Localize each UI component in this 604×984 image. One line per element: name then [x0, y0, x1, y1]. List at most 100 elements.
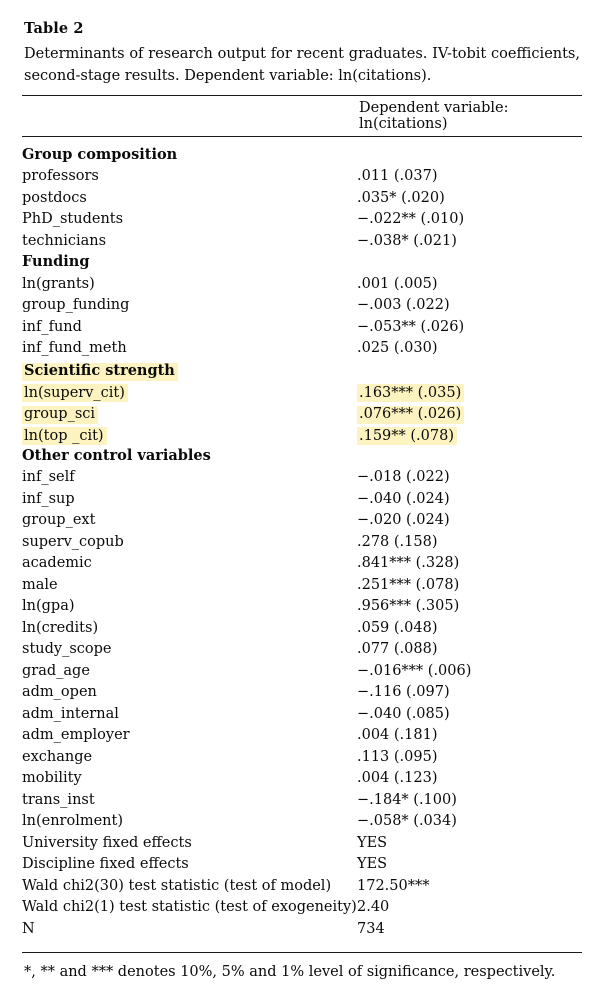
row-label-cell: trans_inst	[22, 793, 357, 815]
row-label-cell: adm_internal	[22, 707, 357, 729]
row-label-cell: adm_employer	[22, 728, 357, 750]
row-label-cell: adm_open	[22, 685, 357, 707]
row-label: Wald chi2(30) test statistic (test of mo…	[22, 877, 332, 894]
row-value-cell: .077 (.088)	[357, 642, 582, 664]
row-value-cell: .001 (.005)	[357, 277, 582, 299]
table-row: inf_fund_meth .025 (.030)	[22, 341, 582, 363]
row-label: group_funding	[22, 297, 130, 314]
table-row: postdocs .035* (.020)	[22, 191, 582, 213]
row-value-cell: −.016*** (.006)	[357, 664, 582, 686]
row-label: inf_self	[22, 469, 75, 486]
row-value: −.053** (.026)	[357, 318, 465, 335]
row-label: adm_internal	[22, 705, 119, 722]
row-value: −.020 (.024)	[357, 512, 450, 529]
row-label: academic	[22, 555, 92, 572]
row-value-cell: .113 (.095)	[357, 750, 582, 772]
row-value-cell: .159** (.078)	[357, 427, 582, 449]
row-value: .035* (.020)	[357, 189, 445, 206]
row-label: N	[22, 920, 35, 937]
row-value-cell: −.038* (.021)	[357, 234, 582, 256]
row-label: ln(gpa)	[22, 598, 75, 615]
table-row: professors .011 (.037)	[22, 169, 582, 191]
table-section-row: Scientific strength	[22, 362, 582, 385]
row-label-cell: inf_sup	[22, 492, 357, 514]
row-label-cell: exchange	[22, 750, 357, 772]
table-rule-bottom	[22, 952, 582, 954]
row-label: Other control variables	[22, 446, 211, 464]
row-label-cell: grad_age	[22, 664, 357, 686]
row-value: .076*** (.026)	[357, 405, 465, 424]
row-label-cell: group_funding	[22, 298, 357, 320]
row-label: mobility	[22, 770, 82, 787]
row-value: .956*** (.305)	[357, 598, 460, 615]
row-label: superv_copub	[22, 533, 124, 550]
table-row: University fixed effects YES	[22, 836, 582, 858]
row-label-cell: N	[22, 922, 357, 944]
table-caption: Determinants of research output for rece…	[24, 45, 580, 84]
column-header-row: Dependent variable: ln(citations)	[22, 96, 582, 136]
table-row: group_ext −.020 (.024)	[22, 513, 582, 535]
row-value: 734	[357, 920, 385, 937]
row-label-cell: group_sci	[22, 405, 357, 428]
table-section-row: Funding	[22, 255, 582, 277]
table-footnote: *, ** and *** denotes 10%, 5% and 1% lev…	[24, 964, 556, 981]
row-label: University fixed effects	[22, 834, 192, 851]
table-row: inf_self −.018 (.022)	[22, 470, 582, 492]
row-label: Wald chi2(1) test statistic (test of exo…	[22, 899, 357, 916]
row-value-cell: −.116 (.097)	[357, 685, 582, 707]
row-value-cell: .059 (.048)	[357, 621, 582, 643]
table-row: academic .841*** (.328)	[22, 556, 582, 578]
results-table: Group composition professors .011 (.037) po…	[22, 137, 582, 953]
row-value-cell: −.040 (.024)	[357, 492, 582, 514]
row-label-cell: superv_copub	[22, 535, 357, 557]
table-section-row: Group composition	[22, 145, 582, 170]
row-label-cell: Other control variables	[22, 446, 357, 471]
row-label-cell: study_scope	[22, 642, 357, 664]
row-value-cell: −.022** (.010)	[357, 212, 582, 234]
row-label-cell: inf_fund_meth	[22, 341, 357, 363]
row-label-cell: ln(grants)	[22, 277, 357, 299]
table-row: N 734	[22, 922, 582, 944]
row-label: ln(credits)	[22, 619, 99, 636]
row-value: −.058* (.034)	[357, 813, 457, 830]
row-label-cell: University fixed effects	[22, 836, 357, 858]
row-value: −.022** (.010)	[357, 211, 465, 228]
row-label-cell: postdocs	[22, 191, 357, 213]
table-row: ln(superv_cit) .163*** (.035)	[22, 384, 582, 406]
row-label-cell: technicians	[22, 234, 357, 256]
table-row: ln(grants) .001 (.005)	[22, 277, 582, 299]
row-label-cell: ln(top _cit)	[22, 427, 357, 449]
row-value: −.003 (.022)	[357, 297, 450, 314]
row-label: group_sci	[22, 405, 99, 424]
table-row: inf_sup −.040 (.024)	[22, 492, 582, 514]
row-value-cell: −.003 (.022)	[357, 298, 582, 320]
row-label-cell: mobility	[22, 771, 357, 793]
table-row: mobility .004 (.123)	[22, 771, 582, 793]
row-label-cell: Discipline fixed effects	[22, 857, 357, 879]
row-value: 172.50***	[357, 877, 430, 894]
row-value: .001 (.005)	[357, 275, 438, 292]
row-label-cell: Group composition	[22, 145, 357, 170]
table-row: trans_inst −.184* (.100)	[22, 793, 582, 815]
row-value-cell: .251*** (.078)	[357, 578, 582, 600]
row-value-cell: .004 (.181)	[357, 728, 582, 750]
row-value-cell: −.040 (.085)	[357, 707, 582, 729]
table-row: ln(enrolment) −.058* (.034)	[22, 814, 582, 836]
row-value-cell: 172.50***	[357, 879, 582, 901]
row-value-cell	[357, 255, 582, 277]
row-value-cell: .035* (.020)	[357, 191, 582, 213]
row-label: technicians	[22, 232, 107, 249]
row-label: Group composition	[22, 145, 178, 163]
row-label-cell: PhD_students	[22, 212, 357, 234]
table-row: superv_copub .278 (.158)	[22, 535, 582, 557]
row-label-cell: ln(gpa)	[22, 599, 357, 621]
row-value-cell	[357, 449, 582, 471]
row-label-cell: group_ext	[22, 513, 357, 535]
row-value: .278 (.158)	[357, 533, 438, 550]
table-section-row: Other control variables	[22, 446, 582, 471]
row-value-cell: .163*** (.035)	[357, 384, 582, 406]
row-label-cell: Scientific strength	[22, 362, 357, 385]
column-header-dependent-variable: Dependent variable: ln(citations)	[359, 99, 509, 132]
table-row: PhD_students −.022** (.010)	[22, 212, 582, 234]
row-label: inf_sup	[22, 490, 75, 507]
